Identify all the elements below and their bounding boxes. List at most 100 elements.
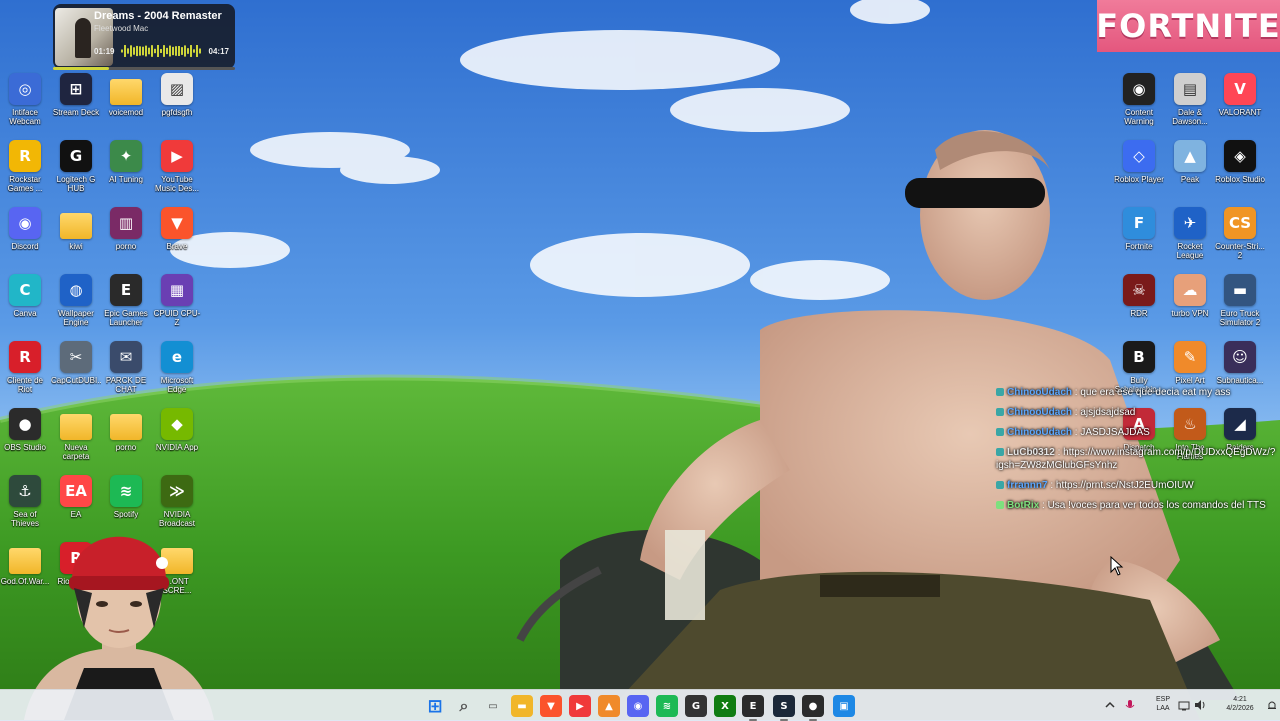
edge-icon: e (161, 341, 193, 373)
epic-games-taskbar[interactable]: E (742, 695, 764, 721)
desktop-icon-label: Discord (11, 242, 39, 251)
desktop-icon[interactable]: R Rockstar Games ... (0, 140, 50, 193)
brave-icon: ▼ (161, 207, 193, 239)
desktop-icon[interactable]: G Logitech G HUB (51, 140, 101, 193)
logitech-taskbar[interactable]: G (685, 695, 707, 717)
folder-icon (60, 213, 92, 239)
desktop-icon-label: YouTube Music Des... (154, 175, 199, 193)
waveform-bar (133, 47, 135, 55)
track-progress-fill (53, 67, 110, 70)
desktop-icon[interactable]: F Fortnite (1114, 207, 1164, 251)
desktop-icon[interactable]: EA EA (51, 475, 101, 519)
waveform-bar (193, 49, 195, 53)
desktop-icon[interactable]: ◉ Discord (0, 207, 50, 251)
mouse-cursor (1110, 556, 1124, 576)
desktop-icon-label: Roblox Player (1114, 175, 1164, 184)
desktop-icon[interactable]: Nueva carpeta (51, 408, 101, 461)
clock[interactable]: 4:21 4/2/2026 (1220, 695, 1260, 713)
desktop-icon[interactable]: ▦ CPUID CPU-Z (152, 274, 202, 327)
desktop-icon[interactable]: ● OBS Studio (0, 408, 50, 452)
discord-taskbar[interactable]: ◉ (627, 695, 649, 717)
desktop-icon-label: porno (115, 443, 137, 452)
network-icon[interactable] (1178, 699, 1190, 711)
desktop-icon[interactable]: ✎ Pixel Art (1165, 341, 1215, 385)
desktop-icon[interactable]: ◈ Roblox Studio (1215, 140, 1265, 184)
desktop-icon-label: Content Warning (1124, 108, 1154, 126)
desktop-icon[interactable]: ☠ RDR (1114, 274, 1164, 318)
desktop-icon[interactable]: C Canva (0, 274, 50, 318)
desktop-icon[interactable]: ✦ AI Tuning (101, 140, 151, 184)
settings-taskbar[interactable]: ▣ (833, 695, 855, 717)
waveform-bar (172, 46, 174, 56)
desktop-icon[interactable]: ▶ YouTube Music Des... (152, 140, 202, 193)
desktop-icon[interactable]: ◇ Roblox Player (1114, 140, 1164, 184)
desktop-icon[interactable]: ☁ turbo VPN (1165, 274, 1215, 318)
desktop-icon[interactable]: ◉ Content Warning (1114, 73, 1164, 126)
desktop-icon-label: NVIDIA App (155, 443, 199, 452)
desktop-icon[interactable]: e Microsoft Edge (152, 341, 202, 394)
chevron-up-icon[interactable] (1104, 699, 1116, 711)
counter-strike-icon: CS (1224, 207, 1256, 239)
streamlabs-taskbar[interactable]: ▲ (598, 695, 620, 717)
desktop-icon[interactable]: ▤ Dale & Dawson... (1165, 73, 1215, 126)
desktop-icon-label: pgfdsgfh (161, 108, 193, 117)
desktop-icon-label: Counter-Stri... 2 (1215, 242, 1265, 260)
search-button[interactable]: ⌕ (453, 695, 475, 717)
chat-badge-icon (996, 448, 1004, 456)
obs-taskbar[interactable]: ● (802, 695, 824, 721)
steam-taskbar[interactable]: S (773, 695, 795, 721)
desktop-icon[interactable]: kiwi (51, 207, 101, 251)
microphone-icon[interactable] (1124, 699, 1136, 711)
folder-image-icon (110, 414, 142, 440)
desktop-icon[interactable]: ▥ porno (101, 207, 151, 251)
spotify-taskbar[interactable]: ≋ (656, 695, 678, 717)
chat-message: ChinooUdach : ajsjdsajdsad (996, 406, 1276, 419)
waveform-bar (127, 48, 129, 54)
desktop-icon[interactable]: ✂ CapCutDUBI... (51, 341, 101, 385)
waveform-bar (148, 47, 150, 55)
desktop-icon[interactable]: ▨ pgfdsgfh (152, 73, 202, 117)
desktop-icon[interactable]: voicemod (101, 73, 151, 117)
desktop-icon[interactable]: ▼ Brave (152, 207, 202, 251)
desktop-icon[interactable]: ◎ Intiface Webcam (0, 73, 50, 126)
xbox-taskbar[interactable]: X (714, 695, 736, 717)
desktop-icon[interactable]: ✈ Rocket League (1165, 207, 1215, 260)
desktop-icon[interactable]: ▲ Peak (1165, 140, 1215, 184)
desktop-icon-label: Logitech G HUB (56, 175, 96, 193)
desktop-icon-label: VALORANT (1218, 108, 1262, 117)
desktop-icon[interactable]: V VALORANT (1215, 73, 1265, 117)
desktop-icon[interactable]: ☺ Subnautica... (1215, 341, 1265, 385)
youtube-music-taskbar[interactable]: ▶ (569, 695, 591, 717)
desktop-icon[interactable]: ◍ Wallpaper Engine (51, 274, 101, 327)
brave-taskbar[interactable]: ▼ (540, 695, 562, 717)
waveform-bar (157, 45, 159, 57)
track-progress-bar[interactable] (53, 67, 235, 70)
desktop-icon[interactable]: ✉ PARCK DE CHAT (101, 341, 151, 394)
desktop-icon-label: Wallpaper Engine (58, 309, 94, 327)
task-view-button[interactable]: ▭ (482, 695, 504, 717)
discord-icon: ◉ (9, 207, 41, 239)
nvidia-broadcast-icon: ≫ (161, 475, 193, 507)
desktop-icon[interactable]: E Epic Games Launcher (101, 274, 151, 327)
volume-icon[interactable] (1194, 699, 1206, 711)
desktop-icon[interactable]: R Cliente de Riot (0, 341, 50, 394)
notification-bell-icon[interactable] (1266, 699, 1278, 711)
printer-icon: ▤ (1174, 73, 1206, 105)
start-button[interactable]: ⊞ (424, 695, 446, 717)
file-explorer[interactable]: ▬ (511, 695, 533, 717)
now-playing-widget[interactable]: Dreams - 2004 Remaster Fleetwood Mac 01:… (53, 4, 235, 70)
desktop-icon[interactable]: porno (101, 408, 151, 452)
desktop-icon[interactable]: ▬ Euro Truck Simulator 2 (1215, 274, 1265, 327)
ai-tuning-icon: ✦ (110, 140, 142, 172)
ea-icon: EA (60, 475, 92, 507)
desktop-icon-label: Dale & Dawson... (1172, 108, 1208, 126)
desktop-icon-label: Epic Games Launcher (104, 309, 148, 327)
input-language[interactable]: ESP LAA (1152, 695, 1174, 713)
desktop-icon[interactable]: ⊞ Stream Deck (51, 73, 101, 117)
desktop-icon[interactable]: CS Counter-Stri... 2 (1215, 207, 1265, 260)
desktop-icon[interactable]: ◆ NVIDIA App (152, 408, 202, 452)
chat-username: ChinooUdach (1007, 407, 1072, 418)
stream-deck-icon: ⊞ (60, 73, 92, 105)
waveform-bar (166, 47, 168, 55)
desktop-icon[interactable]: ≋ Spotify (101, 475, 151, 519)
